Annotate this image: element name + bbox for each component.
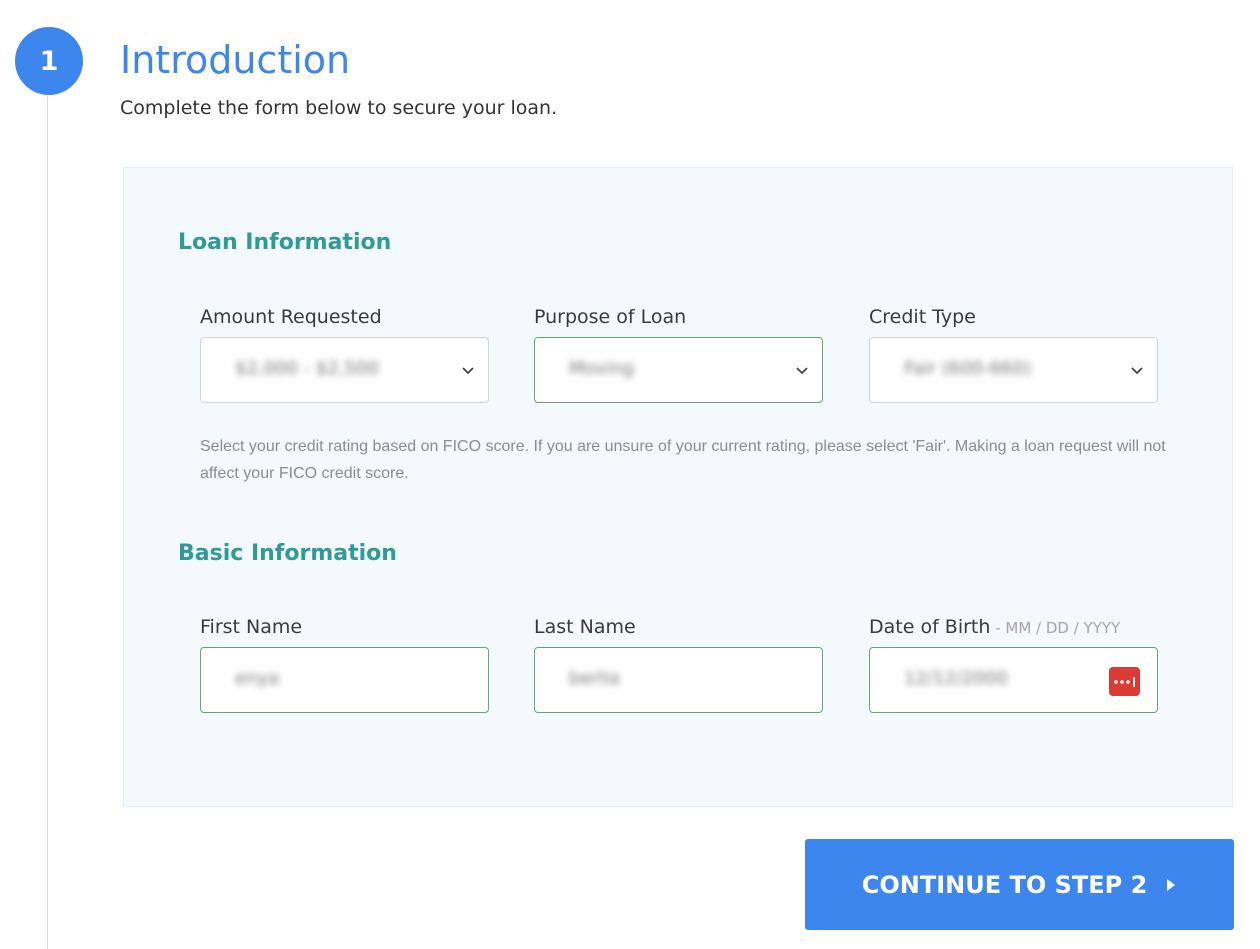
credit-type-field: Credit Type Fair (600-660)	[869, 305, 1158, 403]
first-name-field: First Name enya	[200, 615, 489, 713]
loan-form-panel: Loan Information Amount Requested $2,000…	[123, 167, 1233, 807]
purpose-of-loan-label: Purpose of Loan	[534, 306, 687, 328]
chevron-down-icon	[796, 367, 808, 375]
purpose-of-loan-select[interactable]: Moving	[534, 337, 823, 403]
first-name-input[interactable]: enya	[200, 647, 489, 713]
first-name-value: enya	[235, 668, 280, 689]
amount-requested-select[interactable]: $2,000 - $2,500	[200, 337, 489, 403]
last-name-value: berlia	[569, 668, 620, 689]
credit-type-select[interactable]: Fair (600-660)	[869, 337, 1158, 403]
date-of-birth-input[interactable]: 12/12/2000	[869, 647, 1158, 713]
date-of-birth-field: Date of Birth - MM / DD / YYYY 12/12/200…	[869, 615, 1158, 713]
purpose-of-loan-field: Purpose of Loan Moving	[534, 305, 823, 403]
amount-requested-field: Amount Requested $2,000 - $2,500	[200, 305, 489, 403]
credit-type-value: Fair (600-660)	[904, 358, 1032, 379]
page-subtitle: Complete the form below to secure your l…	[120, 97, 558, 119]
credit-help-text: Select your credit rating based on FICO …	[200, 438, 1166, 482]
step-number-badge: 1	[15, 27, 83, 95]
loan-application-page: 1 Introduction Complete the form below t…	[0, 0, 1260, 949]
date-format-hint: - MM / DD / YYYY	[990, 619, 1121, 637]
last-name-label: Last Name	[534, 616, 636, 638]
chevron-down-icon	[1131, 367, 1143, 375]
purpose-of-loan-value: Moving	[569, 358, 635, 379]
password-manager-icon[interactable]	[1109, 667, 1140, 696]
last-name-input[interactable]: berlia	[534, 647, 823, 713]
last-name-field: Last Name berlia	[534, 615, 823, 713]
amount-requested-value: $2,000 - $2,500	[235, 358, 379, 379]
basic-information-heading: Basic Information	[178, 541, 397, 566]
continue-button-label: CONTINUE TO STEP 2	[861, 870, 1148, 899]
date-of-birth-value: 12/12/2000	[904, 668, 1008, 689]
chevron-down-icon	[462, 367, 474, 375]
first-name-label: First Name	[200, 616, 303, 638]
loan-information-heading: Loan Information	[178, 230, 392, 255]
date-of-birth-label: Date of Birth - MM / DD / YYYY	[869, 615, 1158, 639]
credit-type-label: Credit Type	[869, 306, 976, 328]
caret-right-icon	[1167, 878, 1176, 891]
date-of-birth-label-text: Date of Birth	[869, 616, 991, 638]
amount-requested-label: Amount Requested	[200, 306, 382, 328]
page-title: Introduction	[120, 38, 351, 82]
step-connector-line	[47, 90, 48, 949]
continue-to-step-2-button[interactable]: CONTINUE TO STEP 2	[805, 839, 1234, 930]
